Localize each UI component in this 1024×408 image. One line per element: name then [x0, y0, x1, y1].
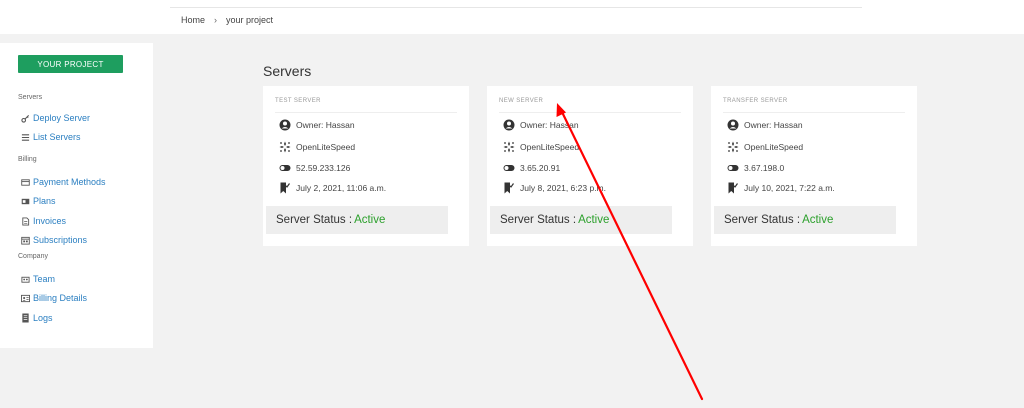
server-status: Server Status : Active	[266, 206, 448, 234]
status-label: Server Status :	[724, 214, 801, 226]
plan-icon	[21, 197, 30, 206]
bookmark-check-icon	[726, 182, 739, 194]
breadcrumb: Home › your project	[181, 15, 273, 25]
stack-text: OpenLiteSpeed	[520, 142, 580, 152]
user-icon	[726, 119, 739, 131]
sidebar-item-label: List Servers	[33, 132, 81, 142]
owner-text: Owner: Hassan	[296, 120, 355, 130]
sidebar-item-label: Team	[33, 274, 56, 284]
litespeed-icon	[278, 141, 291, 153]
user-icon	[278, 119, 291, 131]
team-icon	[21, 275, 30, 284]
stack-row: OpenLiteSpeed	[278, 141, 355, 153]
litespeed-icon	[726, 141, 739, 153]
bookmark-check-icon	[278, 182, 291, 194]
status-label: Server Status :	[276, 214, 353, 226]
ip-row: 52.59.233.126	[278, 162, 350, 174]
sidebar-item-label: Plans	[33, 196, 56, 206]
sidebar-item-invoices[interactable]: Invoices	[21, 216, 66, 226]
sidebar-section-billing: Billing	[18, 156, 37, 163]
owner-text: Owner: Hassan	[520, 120, 579, 130]
toggle-icon	[278, 162, 291, 174]
server-card[interactable]: TRANSFER SERVER Owner: Hassan OpenLiteSp…	[711, 86, 917, 246]
invoice-icon	[21, 216, 30, 226]
sidebar-item-billing-details[interactable]: Billing Details	[21, 293, 87, 303]
status-value: Active	[578, 214, 610, 226]
date-text: July 8, 2021, 6:23 p.m.	[520, 183, 606, 193]
sidebar-item-label: Subscriptions	[33, 235, 88, 245]
sidebar-item-plans[interactable]: Plans	[21, 196, 56, 206]
page-title: Servers	[263, 63, 312, 79]
server-name: TEST SERVER	[275, 98, 321, 104]
server-card[interactable]: NEW SERVER Owner: Hassan OpenLiteSpeed 3…	[487, 86, 693, 246]
card-divider	[499, 112, 681, 113]
key-icon	[21, 114, 30, 123]
date-row: July 8, 2021, 6:23 p.m.	[502, 182, 606, 194]
sidebar-item-subscriptions[interactable]: Subscriptions	[21, 235, 87, 245]
list-icon	[21, 133, 30, 142]
sidebar-item-list-servers[interactable]: List Servers	[21, 132, 81, 142]
server-card[interactable]: TEST SERVER Owner: Hassan OpenLiteSpeed …	[263, 86, 469, 246]
status-value: Active	[802, 214, 834, 226]
card-divider	[275, 112, 457, 113]
top-divider	[170, 7, 862, 8]
sidebar: YOUR PROJECT Servers Deploy Server List …	[0, 43, 153, 348]
litespeed-icon	[502, 141, 515, 153]
status-label: Server Status :	[500, 214, 577, 226]
sidebar-section-company: Company	[18, 253, 48, 260]
date-row: July 10, 2021, 7:22 a.m.	[726, 182, 835, 194]
toggle-icon	[726, 162, 739, 174]
sidebar-item-label: Invoices	[33, 216, 67, 226]
ip-row: 3.65.20.91	[502, 162, 560, 174]
owner-row: Owner: Hassan	[278, 119, 355, 131]
id-card-icon	[21, 294, 30, 303]
status-value: Active	[354, 214, 386, 226]
server-name: NEW SERVER	[499, 98, 544, 104]
breadcrumb-separator: ›	[214, 15, 218, 25]
ip-text: 3.67.198.0	[744, 163, 785, 173]
date-text: July 2, 2021, 11:06 a.m.	[296, 183, 387, 193]
breadcrumb-home[interactable]: Home	[181, 15, 205, 25]
stack-text: OpenLiteSpeed	[296, 142, 356, 152]
sidebar-item-label: Deploy Server	[33, 113, 91, 123]
user-icon	[502, 119, 515, 131]
calendar-icon	[21, 236, 30, 245]
stack-row: OpenLiteSpeed	[502, 141, 579, 153]
bookmark-check-icon	[502, 182, 515, 194]
log-icon	[21, 313, 30, 323]
card-icon	[21, 178, 30, 187]
date-text: July 10, 2021, 7:22 a.m.	[744, 183, 835, 193]
top-bar: Home › your project	[0, 0, 1024, 34]
ip-text: 52.59.233.126	[296, 163, 351, 173]
sidebar-item-logs[interactable]: Logs	[21, 313, 53, 323]
ip-row: 3.67.198.0	[726, 162, 784, 174]
breadcrumb-current: your project	[226, 15, 274, 25]
sidebar-item-team[interactable]: Team	[21, 274, 55, 284]
server-status: Server Status : Active	[714, 206, 896, 234]
stack-text: OpenLiteSpeed	[744, 142, 804, 152]
card-divider	[723, 112, 905, 113]
server-status: Server Status : Active	[490, 206, 672, 234]
sidebar-item-deploy-server[interactable]: Deploy Server	[21, 113, 90, 123]
sidebar-item-payment-methods[interactable]: Payment Methods	[21, 177, 106, 187]
your-project-button[interactable]: YOUR PROJECT	[18, 55, 123, 73]
sidebar-item-label: Logs	[33, 313, 53, 323]
toggle-icon	[502, 162, 515, 174]
owner-text: Owner: Hassan	[744, 120, 803, 130]
server-name: TRANSFER SERVER	[723, 98, 788, 104]
sidebar-item-label: Payment Methods	[33, 177, 106, 187]
stack-row: OpenLiteSpeed	[726, 141, 803, 153]
sidebar-item-label: Billing Details	[33, 293, 88, 303]
sidebar-section-servers: Servers	[18, 94, 43, 101]
owner-row: Owner: Hassan	[726, 119, 803, 131]
date-row: July 2, 2021, 11:06 a.m.	[278, 182, 386, 194]
ip-text: 3.65.20.91	[520, 163, 561, 173]
owner-row: Owner: Hassan	[502, 119, 579, 131]
